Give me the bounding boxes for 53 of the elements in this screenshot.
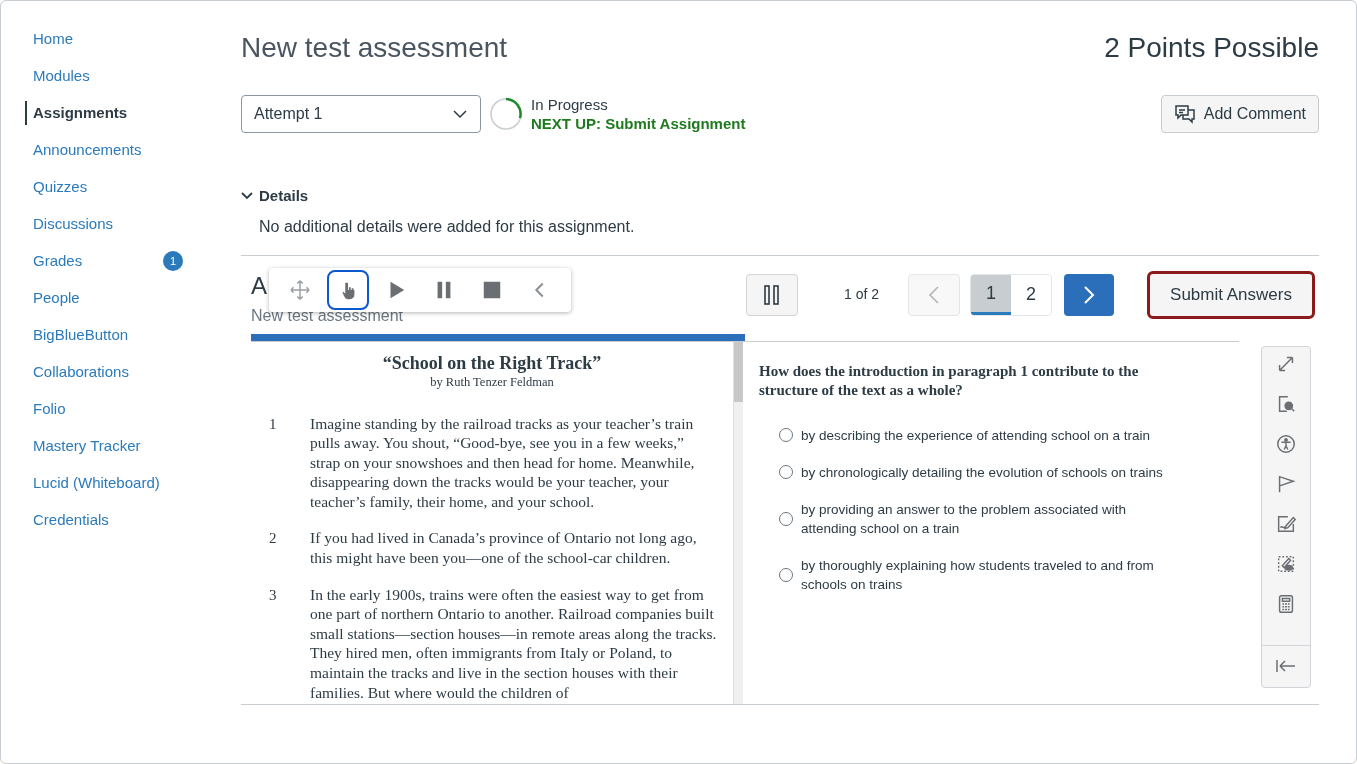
page-tab[interactable]: 1	[971, 274, 1011, 315]
quiz-subtitle: New test assessment	[251, 307, 404, 324]
nav-link[interactable]: Modules	[25, 64, 183, 88]
submit-answers-button[interactable]: Submit Answers	[1147, 270, 1315, 319]
nav-link[interactable]: Home	[25, 27, 183, 51]
count-badge: 1	[163, 251, 183, 271]
answer-option[interactable]: by chronologically detailing the evolution of schools on trains	[779, 462, 1253, 482]
question-text: How does the introduction in paragraph 1 contribute to the structure of the text as a whole?	[759, 361, 1140, 400]
collapse-icon	[1275, 659, 1297, 673]
page-title: New test assessment	[241, 31, 508, 65]
paragraph-number: 2	[268, 529, 278, 549]
answer-option[interactable]: by providing an answer to the problem associated with attending school on a train	[779, 499, 1253, 538]
passage-title: “School on the Right Track”	[381, 351, 603, 374]
nav-link[interactable]: Folio	[25, 397, 183, 421]
details-text: No additional details were added for this assignment.	[259, 216, 636, 237]
page-counter: 1 of 2	[844, 285, 881, 304]
answer-option[interactable]: by describing the experience of attending school on a train	[779, 425, 1253, 445]
paragraph-text: If you had lived in Canada’s province of Ontario not long ago, this might have been you—one of the school-car children.	[310, 528, 698, 568]
paragraph-text: In the early 1900s, trains were often the easiest way to get from one part of northern Ontario to another. Railroad companies built small stations—section houses—in remote areas along the tracks. They hired men, often immigrants from Italy or Poland, to maintain the tracks and live in the section houses with their families. But where would the children of	[310, 584, 718, 703]
paragraph-text: Imagine standing by the railroad tracks as your teacher’s train pulls away. You shout, “Good-bye, see you in a few weeks,” strap on your snowshoes and then head for home. Meanwhile, disappearing down the tracks would be your teacher, your teacher’s family, their home, and your school.	[310, 413, 696, 512]
pause-button[interactable]	[746, 273, 798, 316]
paragraph-number: 3	[268, 585, 278, 605]
nav-link[interactable]: People	[25, 286, 183, 310]
toolbar-button[interactable]	[327, 269, 369, 310]
add-comment-button[interactable]: Add Comment	[1160, 95, 1319, 133]
nav-link[interactable]: Collaborations	[25, 360, 183, 384]
status-text: In Progress	[531, 95, 609, 114]
points-label: 2 Points Possible	[1104, 31, 1319, 65]
nav-link[interactable]: Announcements	[25, 138, 183, 162]
next-up-text: NEXT UP: Submit Assignment	[531, 114, 746, 133]
nav-link[interactable]: Discussions	[25, 212, 183, 236]
next-page-button[interactable]	[1064, 273, 1114, 316]
progress-ring-icon	[489, 97, 523, 131]
details-toggle[interactable]: Details	[259, 185, 309, 208]
chevron-down-icon	[452, 109, 468, 119]
pause-icon	[764, 284, 780, 305]
answer-option[interactable]: by thoroughly explaining how students traveled to and from schools on trains	[779, 555, 1253, 594]
move-icon	[289, 278, 311, 301]
comment-icon	[1173, 104, 1196, 124]
nav-link[interactable]: Quizzes	[25, 175, 183, 199]
chevron-left-icon	[928, 284, 940, 305]
nav-link[interactable]: Assignments	[25, 101, 183, 125]
nav-link[interactable]: BigBlueButton	[25, 323, 183, 347]
paragraph-number: 1	[268, 414, 278, 434]
nav-link[interactable]: Credentials	[25, 508, 183, 532]
chevron-right-icon	[1083, 284, 1095, 305]
quiz-heading: A	[251, 271, 267, 300]
passage-author: by Ruth Tenzer Feldman	[429, 373, 555, 390]
nav-link[interactable]: Grades	[25, 249, 163, 273]
accessibility-icon	[1275, 432, 1297, 455]
attempt-select[interactable]: Attempt 1	[241, 95, 481, 133]
nav-link[interactable]: Lucid (Whiteboard)	[25, 471, 183, 495]
nav-link[interactable]: Mastery Tracker	[25, 434, 183, 458]
